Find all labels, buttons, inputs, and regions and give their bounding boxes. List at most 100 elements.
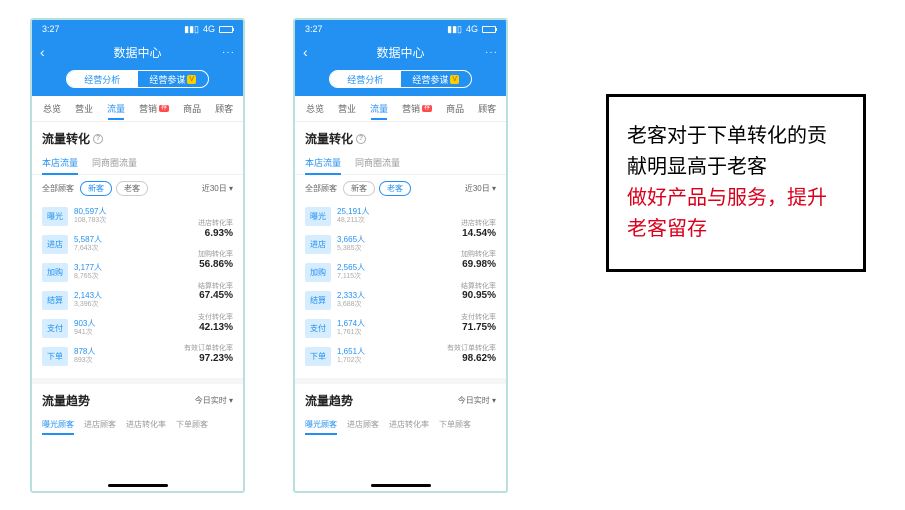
- status-time: 3:27: [305, 24, 323, 34]
- tab-goods[interactable]: 商品: [176, 102, 208, 115]
- filter-all-label: 全部顾客: [42, 183, 74, 194]
- annotation-box: 老客对于下单转化的贡献明显高于老客 做好产品与服务，提升老客留存: [606, 94, 866, 272]
- signal-icon: ▮▮▯: [447, 24, 462, 35]
- tab-traffic[interactable]: 流量: [363, 102, 395, 115]
- tab-goods[interactable]: 商品: [439, 102, 471, 115]
- rate-block: 进店转化率14.54%: [434, 220, 496, 239]
- chip-new[interactable]: 新客: [343, 181, 375, 196]
- network-label: 4G: [466, 24, 478, 34]
- tab-marketing[interactable]: 营销 荐: [132, 102, 176, 115]
- help-icon[interactable]: ?: [356, 134, 366, 144]
- filter-all-label: 全部顾客: [305, 183, 337, 194]
- subtab-shop[interactable]: 本店流量: [42, 151, 78, 174]
- rate-block: 有效订单转化率97.23%: [171, 345, 233, 364]
- trend-tab-order[interactable]: 下单顾客: [439, 415, 471, 434]
- trend-tab-exposure[interactable]: 曝光顾客: [42, 415, 74, 434]
- sub-tabs: 本店流量 同商圈流量: [32, 151, 243, 175]
- filter-row: 全部顾客 新客 老客 近30日 ▾: [32, 175, 243, 202]
- funnel-row: 结算 2,333人3,688次: [305, 286, 430, 314]
- seg-analysis[interactable]: 经营分析: [330, 71, 401, 87]
- funnel-chart: 曝光 25,191人48,211次 进店 3,665人5,385次 加购 2,5…: [295, 202, 506, 384]
- trend-date-selector[interactable]: 今日实时 ▾: [458, 395, 496, 406]
- tab-marketing[interactable]: 营销 荐: [395, 102, 439, 115]
- home-indicator: [108, 484, 168, 487]
- funnel-row: 加购 2,565人7,115次: [305, 258, 430, 286]
- tab-service[interactable]: 服: [240, 102, 243, 115]
- back-icon[interactable]: ‹: [303, 44, 308, 60]
- subtab-area[interactable]: 同商圈流量: [92, 151, 137, 174]
- category-tabs: 总览 营业 流量 营销 荐 商品 顾客 服: [295, 96, 506, 122]
- annotation-line1: 老客对于下单转化的贡献明显高于老客: [627, 121, 845, 183]
- more-icon[interactable]: ···: [222, 47, 235, 58]
- trend-date-selector[interactable]: 今日实时 ▾: [195, 395, 233, 406]
- nav-bar: ‹ 数据中心 ···: [32, 38, 243, 66]
- tab-traffic[interactable]: 流量: [100, 102, 132, 115]
- funnel-row: 结算 2,143人3,396次: [42, 286, 167, 314]
- funnel-row: 下单 878人893次: [42, 342, 167, 370]
- tab-overview[interactable]: 总览: [299, 102, 331, 115]
- funnel-stage-label: 曝光: [42, 207, 68, 226]
- funnel-row: 曝光 80,597人108,783次: [42, 202, 167, 230]
- chip-old[interactable]: 老客: [379, 181, 411, 196]
- trend-tab-convert[interactable]: 进店转化率: [389, 415, 429, 434]
- subtab-area[interactable]: 同商圈流量: [355, 151, 400, 174]
- funnel-chart: 曝光 80,597人108,783次 进店 5,587人7,643次 加购 3,…: [32, 202, 243, 384]
- back-icon[interactable]: ‹: [40, 44, 45, 60]
- rate-block: 支付转化率71.75%: [434, 314, 496, 333]
- tab-customer[interactable]: 顾客: [208, 102, 240, 115]
- category-tabs: 总览 营业 流量 营销 荐 商品 顾客 服: [32, 96, 243, 122]
- funnel-row: 进店 5,587人7,643次: [42, 230, 167, 258]
- subtab-shop[interactable]: 本店流量: [305, 151, 341, 174]
- rate-block: 有效订单转化率98.62%: [434, 345, 496, 364]
- more-icon[interactable]: ···: [485, 47, 498, 58]
- trend-tab-exposure[interactable]: 曝光顾客: [305, 415, 337, 434]
- chevron-down-icon: ▾: [492, 184, 496, 193]
- chip-old[interactable]: 老客: [116, 181, 148, 196]
- tab-overview[interactable]: 总览: [36, 102, 68, 115]
- trend-header: 流量趋势 今日实时 ▾: [32, 384, 243, 413]
- home-indicator: [371, 484, 431, 487]
- battery-icon: [482, 26, 496, 33]
- annotation-line2: 做好产品与服务，提升老客留存: [627, 183, 845, 245]
- seg-analysis[interactable]: 经营分析: [67, 71, 138, 87]
- battery-icon: [219, 26, 233, 33]
- funnel-row: 支付 1,674人1,761次: [305, 314, 430, 342]
- rate-block: 进店转化率6.93%: [171, 220, 233, 239]
- phone-screen-new: 3:27 ▮▮▯ 4G ‹ 数据中心 ··· 经营分析 经营参谋 V 总览 营业…: [30, 18, 245, 493]
- trend-tabs: 曝光顾客 进店顾客 进店转化率 下单顾客: [32, 413, 243, 434]
- funnel-row: 下单 1,651人1,702次: [305, 342, 430, 370]
- segment-control: 经营分析 经营参谋 V: [295, 66, 506, 96]
- date-selector[interactable]: 近30日 ▾: [202, 183, 233, 194]
- status-bar: 3:27 ▮▮▯ 4G: [295, 20, 506, 38]
- tab-business[interactable]: 营业: [68, 102, 100, 115]
- filter-row: 全部顾客 新客 老客 近30日 ▾: [295, 175, 506, 202]
- funnel-row: 支付 903人941次: [42, 314, 167, 342]
- trend-header: 流量趋势 今日实时 ▾: [295, 384, 506, 413]
- seg-advisor[interactable]: 经营参谋 V: [138, 71, 209, 87]
- trend-tab-convert[interactable]: 进店转化率: [126, 415, 166, 434]
- trend-tab-enter[interactable]: 进店顾客: [84, 415, 116, 434]
- status-bar: 3:27 ▮▮▯ 4G: [32, 20, 243, 38]
- funnel-row: 曝光 25,191人48,211次: [305, 202, 430, 230]
- segment-control: 经营分析 经营参谋 V: [32, 66, 243, 96]
- vip-badge: V: [187, 75, 196, 84]
- recommend-badge: 荐: [159, 105, 169, 112]
- funnel-row: 进店 3,665人5,385次: [305, 230, 430, 258]
- help-icon[interactable]: ?: [93, 134, 103, 144]
- trend-tab-enter[interactable]: 进店顾客: [347, 415, 379, 434]
- page-title: 数据中心: [376, 44, 424, 61]
- tab-business[interactable]: 营业: [331, 102, 363, 115]
- recommend-badge: 荐: [422, 105, 432, 112]
- status-time: 3:27: [42, 24, 60, 34]
- chip-new[interactable]: 新客: [80, 181, 112, 196]
- tab-service[interactable]: 服: [503, 102, 506, 115]
- rate-block: 结算转化率67.45%: [171, 283, 233, 302]
- date-selector[interactable]: 近30日 ▾: [465, 183, 496, 194]
- trend-title: 流量趋势: [42, 392, 90, 409]
- trend-title: 流量趋势: [305, 392, 353, 409]
- rate-block: 支付转化率42.13%: [171, 314, 233, 333]
- rate-block: 加购转化率56.86%: [171, 251, 233, 270]
- trend-tab-order[interactable]: 下单顾客: [176, 415, 208, 434]
- seg-advisor[interactable]: 经营参谋 V: [401, 71, 472, 87]
- tab-customer[interactable]: 顾客: [471, 102, 503, 115]
